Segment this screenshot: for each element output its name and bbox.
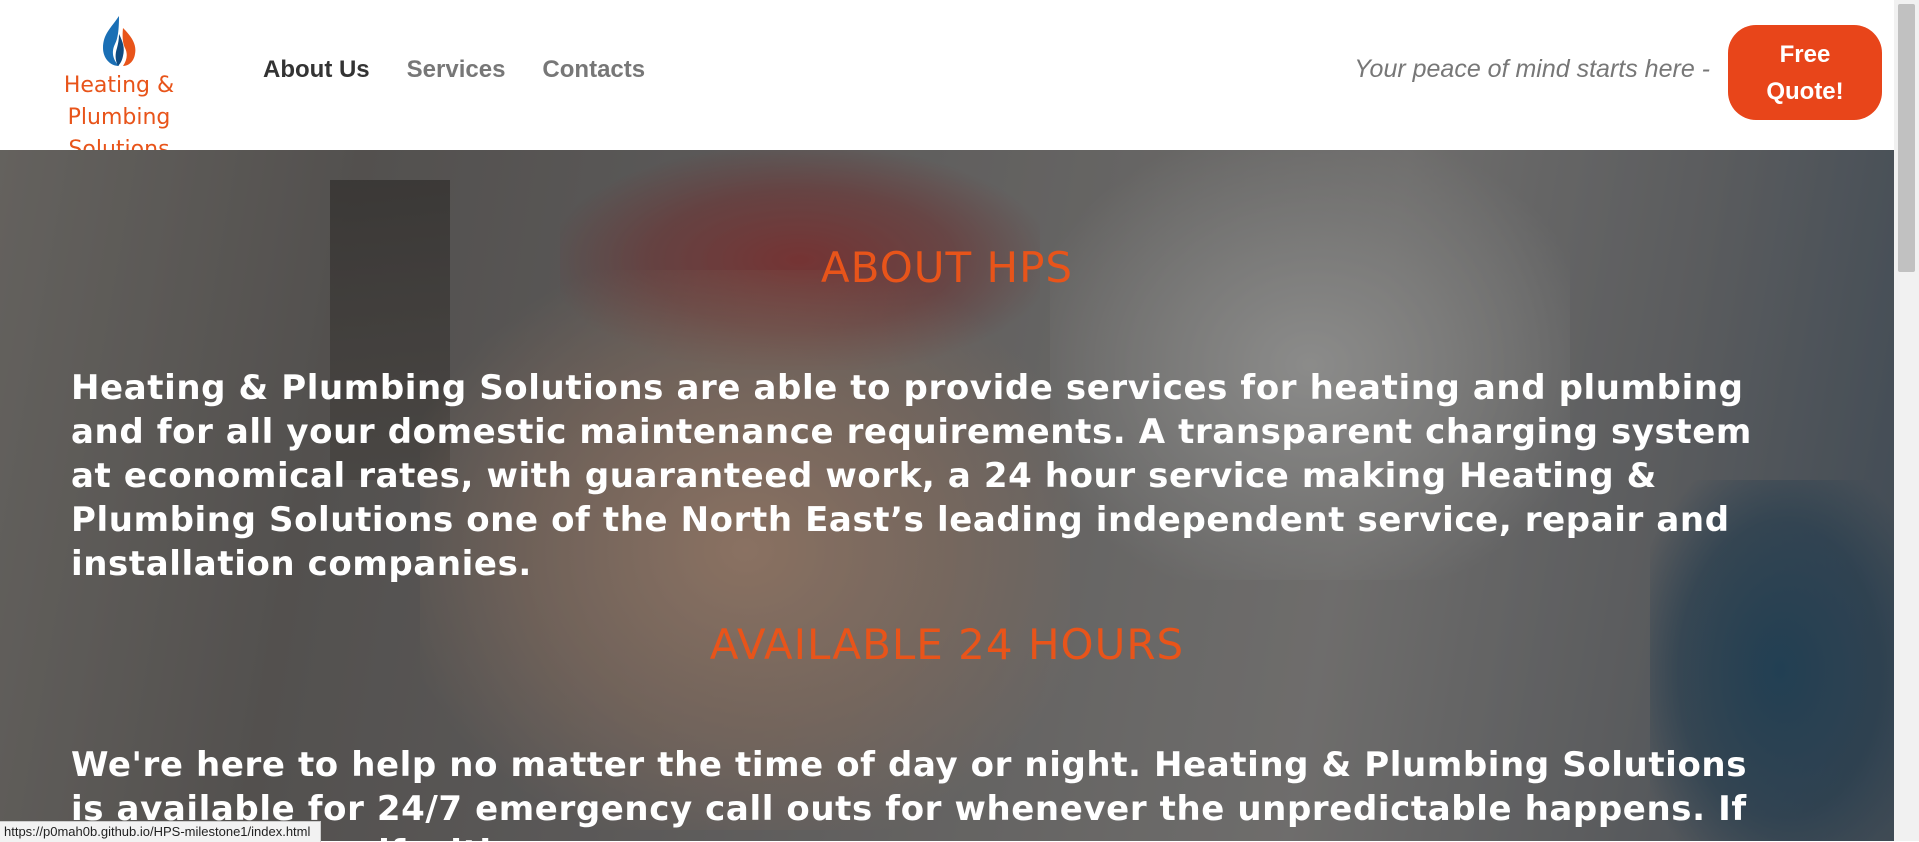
about-text: Heating & Plumbing Solutions are able to… (71, 368, 1752, 584)
about-hero-section: ABOUT HPS Heating & Plumbing Solutions a… (0, 150, 1894, 841)
nav-contacts[interactable]: Contacts (542, 56, 645, 84)
available-text: We're here to help no matter the time of… (71, 745, 1748, 841)
logo[interactable]: Heating & Plumbing Solutions (14, 14, 224, 162)
site-header: Heating & Plumbing Solutions About Us Se… (0, 0, 1894, 162)
page-scrollbar[interactable] (1894, 0, 1919, 841)
nav-about-us[interactable]: About Us (263, 56, 370, 84)
tagline: Your peace of mind starts here - (1354, 55, 1710, 83)
about-title: ABOUT HPS (820, 243, 1074, 292)
flame-logo-icon (103, 16, 136, 66)
logo-line-1: Heating & Plumbing (63, 73, 175, 130)
nav-services[interactable]: Services (407, 56, 506, 84)
scrollbar-thumb[interactable] (1898, 4, 1915, 272)
status-bar-url: https://p0mah0b.github.io/HPS-milestone1… (0, 821, 322, 842)
available-title: AVAILABLE 24 HOURS (709, 620, 1185, 669)
main-nav: About Us Services Contacts (263, 56, 645, 84)
free-quote-button[interactable]: Free Quote! (1728, 25, 1882, 120)
